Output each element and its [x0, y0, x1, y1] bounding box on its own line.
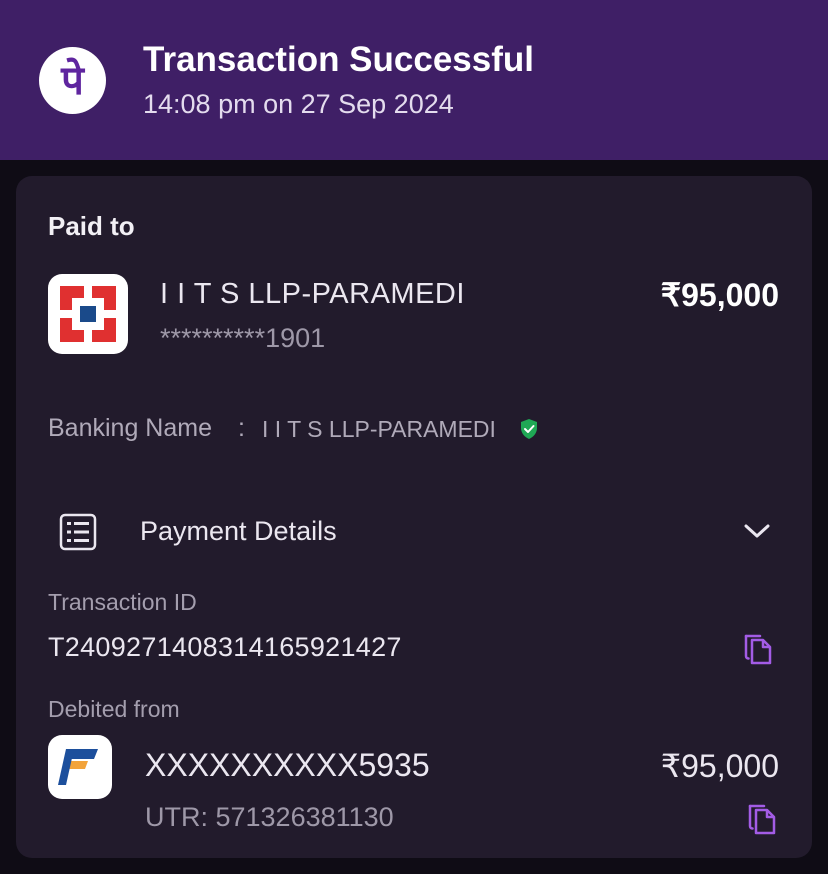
- federal-bank-logo-icon: [48, 735, 112, 799]
- debit-amount: ₹95,000: [660, 748, 779, 784]
- banking-name-value: I I T S LLP-PARAMEDI: [262, 416, 496, 442]
- page-title: Transaction Successful: [143, 40, 534, 79]
- payment-details-toggle[interactable]: Payment Details: [140, 516, 337, 547]
- transaction-id-label: Transaction ID: [48, 589, 197, 615]
- payee-account-number: **********1901: [160, 323, 326, 353]
- phonepe-logo-glyph: पे: [61, 57, 84, 104]
- transaction-timestamp: 14:08 pm on 27 Sep 2024: [143, 89, 454, 119]
- banking-name-separator: :: [238, 414, 245, 442]
- payee-name: I I T S LLP-PARAMEDI: [160, 278, 465, 310]
- chevron-down-icon[interactable]: [743, 521, 771, 541]
- paid-to-label: Paid to: [48, 211, 135, 241]
- transaction-id-value: T2409271408314165921427: [48, 632, 402, 662]
- copy-transaction-id-icon[interactable]: [742, 630, 774, 666]
- transaction-card: Paid to I I T S LLP-PARAMEDI **********1…: [16, 176, 812, 858]
- copy-utr-icon[interactable]: [746, 800, 778, 836]
- paid-amount: ₹95,000: [660, 277, 779, 313]
- verified-shield-icon: [519, 418, 539, 440]
- receipt-list-icon: [59, 513, 97, 551]
- status-header: पे Transaction Successful 14:08 pm on 27…: [0, 0, 828, 160]
- banking-name-label: Banking Name: [48, 414, 212, 442]
- debit-account-number: XXXXXXXXXX5935: [145, 747, 430, 783]
- phonepe-logo: पे: [39, 47, 106, 114]
- hdfc-bank-logo-icon: [48, 274, 128, 354]
- debited-from-label: Debited from: [48, 696, 180, 722]
- utr-number: UTR: 571326381130: [145, 802, 394, 832]
